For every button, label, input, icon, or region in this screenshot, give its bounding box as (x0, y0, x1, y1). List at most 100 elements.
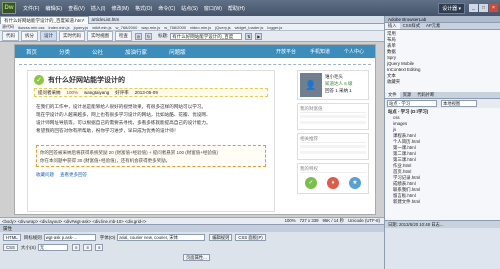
related-file[interactable]: w_768/2000 (114, 25, 140, 30)
page-sidebar: 👤 谁小毛头 知道达人 6 级 回答 1 采纳 1 我的财富值 相关推荐 我的特… (297, 70, 369, 212)
tab-files[interactable]: 文件 (385, 92, 400, 98)
globe-icon[interactable]: ◎ (135, 32, 142, 40)
nav-home[interactable]: 首页 (15, 48, 48, 56)
related-file[interactable]: ikwcss.min.css (16, 25, 46, 30)
related-file[interactable]: wikif.min.js (90, 25, 113, 30)
favorite-link[interactable]: 收藏问题 (36, 172, 54, 178)
browserlab-panel-header[interactable]: Adobe BrowserLab (385, 16, 500, 23)
tab-current-document[interactable]: 有什么好网站能学设计的_百度知道.htm* (0, 15, 89, 24)
user-stats: 回答 1 采纳 1 (325, 88, 352, 93)
window-controls: _ □ × (468, 4, 498, 12)
panel-dock: Adobe BrowserLab 插入 CSS样式 AP元素 常用 布局 表单 … (384, 16, 500, 269)
properties-row: CSS 大小(S) 无 ≡ ≡ ≡ (0, 243, 384, 252)
css-panel-button[interactable]: CSS 面板(P) (235, 234, 266, 241)
nav-community[interactable]: 公社 (81, 48, 114, 56)
page-properties-button[interactable]: 页面属性... (183, 254, 210, 261)
workspace-switcher[interactable]: 设计器 ▾ (438, 2, 465, 14)
minimize-icon[interactable]: _ (469, 4, 478, 12)
menu-window[interactable]: 窗口(W) (201, 5, 225, 12)
reward-note: 你的回答被采纳后将获得系统奖励 20 (财富值+经验值) + 提问者悬赏 100… (36, 145, 266, 167)
split-view-button[interactable]: 拆分 (21, 31, 38, 41)
file-management-icon[interactable]: ⇅ (245, 32, 253, 40)
preview-icon[interactable]: ▶ (255, 32, 263, 40)
inspect-button[interactable]: 检查 (115, 31, 132, 41)
target-rule-label: 目标规则 (23, 234, 42, 240)
menu-view[interactable]: 查看(V) (65, 5, 88, 12)
related-file[interactable]: 源代码 (0, 24, 16, 30)
refresh-icon[interactable]: ↻ (145, 32, 152, 40)
related-file[interactable]: jquery.js (72, 25, 91, 30)
edit-rule-button[interactable]: 编辑规则 (209, 234, 233, 241)
meta-rate-label: 好评率 (115, 89, 129, 95)
tab-css-styles[interactable]: CSS样式 (400, 23, 423, 29)
privilege-check-icon[interactable]: ✓ (305, 177, 317, 189)
note-line: 你的回答被采纳后将获得系统奖励 20 (财富值+经验值) + 提问者悬赏 100… (40, 150, 218, 155)
sidebar-box-recommend: 相关推荐 (297, 133, 369, 160)
page-title-input[interactable]: 有什么好网站能学设计的_百度 (170, 32, 243, 40)
font-select[interactable]: arial, courier new, courier, 宋体 (117, 234, 206, 241)
design-view-button[interactable]: 设计 (40, 31, 57, 41)
menu-site[interactable]: 站点(S) (178, 5, 201, 12)
nav-profile[interactable]: 个人中心 (337, 48, 371, 55)
related-file[interactable]: index.min.js (46, 25, 71, 30)
nav-category[interactable]: 分类 (48, 48, 81, 56)
related-file[interactable]: jQuery.js (213, 25, 232, 30)
file-item[interactable]: 新建文件.html (387, 199, 498, 205)
nav-experts[interactable]: 加油行家 (114, 48, 158, 56)
nav-questions[interactable]: 问题版 (158, 48, 197, 56)
more-answers-link[interactable]: 查看更多回答 (60, 172, 87, 178)
privilege-star-icon[interactable]: ★ (349, 177, 361, 189)
menu-edit[interactable]: 编辑(E) (42, 5, 65, 12)
align-right-icon[interactable]: ≡ (94, 244, 104, 251)
size-select[interactable]: 无 (37, 244, 68, 251)
tab-ap-elements[interactable]: AP元素 (423, 23, 443, 29)
tab-assets[interactable]: 资源 (400, 92, 415, 98)
insert-category[interactable]: 收藏夹 (387, 79, 498, 85)
user-name[interactable]: 谁小毛头 (325, 73, 353, 80)
user-level: 知道达人 6 级 (325, 81, 353, 86)
html-mode-button[interactable]: HTML (3, 234, 21, 241)
privilege-gift-icon[interactable]: ♦ (327, 177, 339, 189)
status-bar: <body> <div.wrap> <div.layout> <div#wgt-… (0, 217, 384, 224)
align-left-icon[interactable]: ≡ (71, 244, 81, 251)
nav-mobile[interactable]: 手机知道 (303, 48, 337, 55)
tab-insert[interactable]: 插入 (385, 23, 400, 29)
design-canvas: 首页 分类 公社 加油行家 问题版 开放平台 手机知道 个人中心 ✓ 有什么好网… (0, 42, 384, 217)
close-icon[interactable]: × (489, 4, 498, 12)
menu-commands[interactable]: 命令(C) (155, 5, 178, 12)
maximize-icon[interactable]: □ (479, 4, 488, 12)
css-mode-button[interactable]: CSS (3, 244, 18, 251)
meta-date: 2013-05-09 (134, 90, 158, 95)
files-selectors: 站点 - 学习 本地视图 (385, 99, 500, 108)
body-line: 设计师网址导航等，可以根据自己的需要去寻找，多看多练就能提高自己的设计能力。 (36, 120, 211, 125)
menu-format[interactable]: 格式(O) (132, 5, 155, 12)
sidebar-box-wealth: 我的财富值 (297, 103, 369, 130)
menu-insert[interactable]: 插入(I) (88, 5, 109, 12)
code-view-button[interactable]: 代码 (2, 31, 19, 41)
related-file[interactable]: video.min.js (188, 25, 213, 30)
related-file[interactable]: widget_loader.js (233, 25, 266, 30)
meta-author[interactable]: wangtaiyang (84, 90, 109, 95)
tab-snippets[interactable]: 代码片断 (414, 92, 437, 98)
related-file[interactable]: wap.min.js (139, 25, 162, 30)
related-file[interactable]: logger.js (265, 25, 284, 30)
related-file[interactable]: w_768/2000 (162, 25, 188, 30)
tag-selector[interactable]: <body> <div.wrap> <div.layout> <div#wgt-… (2, 219, 146, 224)
menu-modify[interactable]: 修改(M) (108, 5, 132, 12)
align-center-icon[interactable]: ≡ (83, 244, 92, 251)
target-rule-select[interactable]: wgt-ask p.ask-... (43, 234, 96, 241)
tab-article-list[interactable]: articleList.htm (89, 17, 123, 22)
div-outline (19, 58, 371, 65)
web-page-preview: 首页 分类 公社 加油行家 问题版 开放平台 手机知道 个人中心 ✓ 有什么好网… (14, 44, 376, 215)
site-select[interactable]: 站点 - 学习 (387, 100, 437, 107)
menu-bar: 文件(F) 编辑(E) 查看(V) 插入(I) 修改(M) 格式(O) 命令(C… (20, 5, 248, 12)
avatar[interactable]: 👤 (300, 73, 322, 97)
menu-help[interactable]: 帮助(H) (225, 5, 248, 12)
nav-open-platform[interactable]: 开放平台 (269, 48, 303, 55)
sidebar-box-title: 我的财富值 (300, 106, 366, 113)
live-view-button[interactable]: 实时视图 (87, 31, 113, 41)
view-select[interactable]: 本地视图 (441, 100, 477, 107)
menu-file[interactable]: 文件(F) (20, 5, 42, 12)
live-code-button[interactable]: 实时代码 (59, 31, 85, 41)
privilege-icons: ✓ ♦ ★ (300, 175, 366, 191)
